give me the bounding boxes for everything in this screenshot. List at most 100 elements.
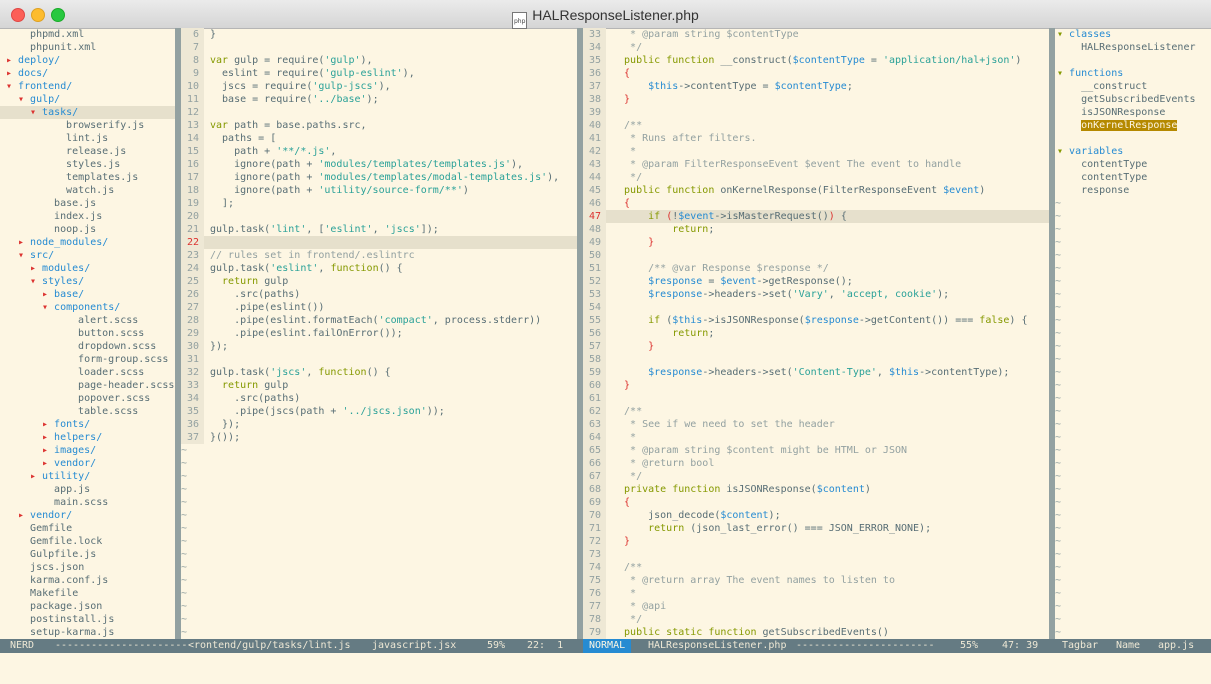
tree-dir[interactable]: ▸ images/ [0,444,175,457]
code-line[interactable]: 64 * [583,431,1049,444]
command-line[interactable] [0,653,1211,684]
code-line[interactable]: 10 jscs = require('gulp-jscs'), [181,80,577,93]
code-line[interactable]: 21 gulp.task('lint', ['eslint', 'jscs']); [181,223,577,236]
code-line[interactable]: 36 { [583,67,1049,80]
caret-down-icon[interactable]: ▾ [1057,29,1069,40]
code-line[interactable]: 34 */ [583,41,1049,54]
caret-down-icon[interactable]: ▾ [6,81,18,92]
code-line[interactable]: 66 * @return bool [583,457,1049,470]
code-line[interactable]: 37}()); [181,431,577,444]
tree-file[interactable]: form-group.scss [0,353,175,366]
code-line[interactable]: 42 * [583,145,1049,158]
caret-right-icon[interactable]: ▸ [30,471,42,482]
tree-file[interactable]: dropdown.scss [0,340,175,353]
code-line[interactable]: 62 /** [583,405,1049,418]
code-line[interactable]: 22 [181,236,577,249]
tree-file[interactable]: alert.scss [0,314,175,327]
code-line[interactable]: 23 // rules set in frontend/.eslintrc [181,249,577,262]
code-line[interactable]: 58 [583,353,1049,366]
caret-down-icon[interactable]: ▾ [1057,68,1069,79]
code-line[interactable]: 57 } [583,340,1049,353]
tree-file[interactable]: Gemfile.lock [0,535,175,548]
tree-dir[interactable]: ▸ base/ [0,288,175,301]
code-line[interactable]: 74 /** [583,561,1049,574]
tagbar-tag[interactable]: getSubscribedEvents [1055,93,1211,106]
caret-down-icon[interactable]: ▾ [18,250,30,261]
tree-dir[interactable]: ▾ frontend/ [0,80,175,93]
tree-dir[interactable]: ▸ helpers/ [0,431,175,444]
tree-file[interactable]: main.scss [0,496,175,509]
tree-file[interactable]: app.js [0,483,175,496]
code-line[interactable]: 25 return gulp [181,275,577,288]
code-line[interactable]: 7 [181,41,577,54]
code-line[interactable]: 32 gulp.task('jscs', function() { [181,366,577,379]
tree-file[interactable]: browserify.js [0,119,175,132]
tree-file[interactable]: release.js [0,145,175,158]
code-line[interactable]: 69 { [583,496,1049,509]
tree-file[interactable]: Gemfile [0,522,175,535]
code-line[interactable]: 39 [583,106,1049,119]
code-line[interactable]: 44 */ [583,171,1049,184]
tree-file[interactable]: loader.scss [0,366,175,379]
code-line[interactable]: 31 [181,353,577,366]
code-line[interactable]: 55 if ($this->isJSONResponse($response->… [583,314,1049,327]
tagbar-tag[interactable]: contentType [1055,171,1211,184]
code-line[interactable]: 43 * @param FilterResponseEvent $event T… [583,158,1049,171]
caret-right-icon[interactable]: ▸ [6,55,18,66]
tree-file[interactable]: postinstall.js [0,613,175,626]
tree-dir[interactable]: ▾ tasks/ [0,106,175,119]
code-line[interactable]: 78 */ [583,613,1049,626]
caret-down-icon[interactable]: ▾ [30,276,42,287]
code-line[interactable]: 33 return gulp [181,379,577,392]
caret-right-icon[interactable]: ▸ [6,68,18,79]
code-line[interactable]: 8 var gulp = require('gulp'), [181,54,577,67]
caret-right-icon[interactable]: ▸ [42,289,54,300]
tree-dir[interactable]: ▸ fonts/ [0,418,175,431]
code-line[interactable]: 47 if (!$event->isMasterRequest()) { [583,210,1049,223]
tagbar-tag[interactable]: onKernelResponse [1055,119,1211,132]
code-line[interactable]: 54 [583,301,1049,314]
tree-dir[interactable]: ▸ vendor/ [0,509,175,522]
caret-right-icon[interactable]: ▸ [42,419,54,430]
tagbar-tag[interactable]: __construct [1055,80,1211,93]
code-line[interactable]: 19 ]; [181,197,577,210]
code-line[interactable]: 17 ignore(path + 'modules/templates/moda… [181,171,577,184]
code-line[interactable]: 51 /** @var Response $response */ [583,262,1049,275]
code-line[interactable]: 26 .src(paths) [181,288,577,301]
tagbar-tag[interactable]: contentType [1055,158,1211,171]
caret-right-icon[interactable]: ▸ [42,445,54,456]
php-editor-pane[interactable]: 33 * @param string $contentType 34 */35 p… [583,28,1049,639]
tree-file[interactable]: lint.js [0,132,175,145]
tree-dir[interactable]: ▾ src/ [0,249,175,262]
code-line[interactable]: 56 return; [583,327,1049,340]
tagbar-pane[interactable]: ▾ classes HALResponseListener ▾ functions… [1055,28,1211,639]
code-line[interactable]: 33 * @param string $contentType [583,28,1049,41]
code-line[interactable]: 41 * Runs after filters. [583,132,1049,145]
tree-file[interactable]: karma.conf.js [0,574,175,587]
tree-dir[interactable]: ▸ vendor/ [0,457,175,470]
code-line[interactable]: 14 paths = [ [181,132,577,145]
tree-dir[interactable]: ▾ styles/ [0,275,175,288]
code-line[interactable]: 50 [583,249,1049,262]
tree-file[interactable]: Gulpfile.js [0,548,175,561]
code-line[interactable]: 20 [181,210,577,223]
tree-dir[interactable]: ▸ node_modules/ [0,236,175,249]
caret-right-icon[interactable]: ▸ [42,432,54,443]
tagbar-kind[interactable]: ▾ classes [1055,28,1211,41]
code-line[interactable]: 36 }); [181,418,577,431]
code-line[interactable]: 67 */ [583,470,1049,483]
code-line[interactable]: 12 [181,106,577,119]
tree-dir[interactable]: ▾ gulp/ [0,93,175,106]
code-line[interactable]: 46 { [583,197,1049,210]
code-line[interactable]: 11 base = require('../base'); [181,93,577,106]
caret-right-icon[interactable]: ▸ [42,458,54,469]
code-line[interactable]: 24 gulp.task('eslint', function() { [181,262,577,275]
tree-file[interactable]: base.js [0,197,175,210]
code-line[interactable]: 61 [583,392,1049,405]
tree-file[interactable]: index.js [0,210,175,223]
tree-file[interactable]: watch.js [0,184,175,197]
code-line[interactable]: 53 $response->headers->set('Vary', 'acce… [583,288,1049,301]
tagbar-tag[interactable]: HALResponseListener [1055,41,1211,54]
code-line[interactable]: 34 .src(paths) [181,392,577,405]
code-line[interactable]: 52 $response = $event->getResponse(); [583,275,1049,288]
